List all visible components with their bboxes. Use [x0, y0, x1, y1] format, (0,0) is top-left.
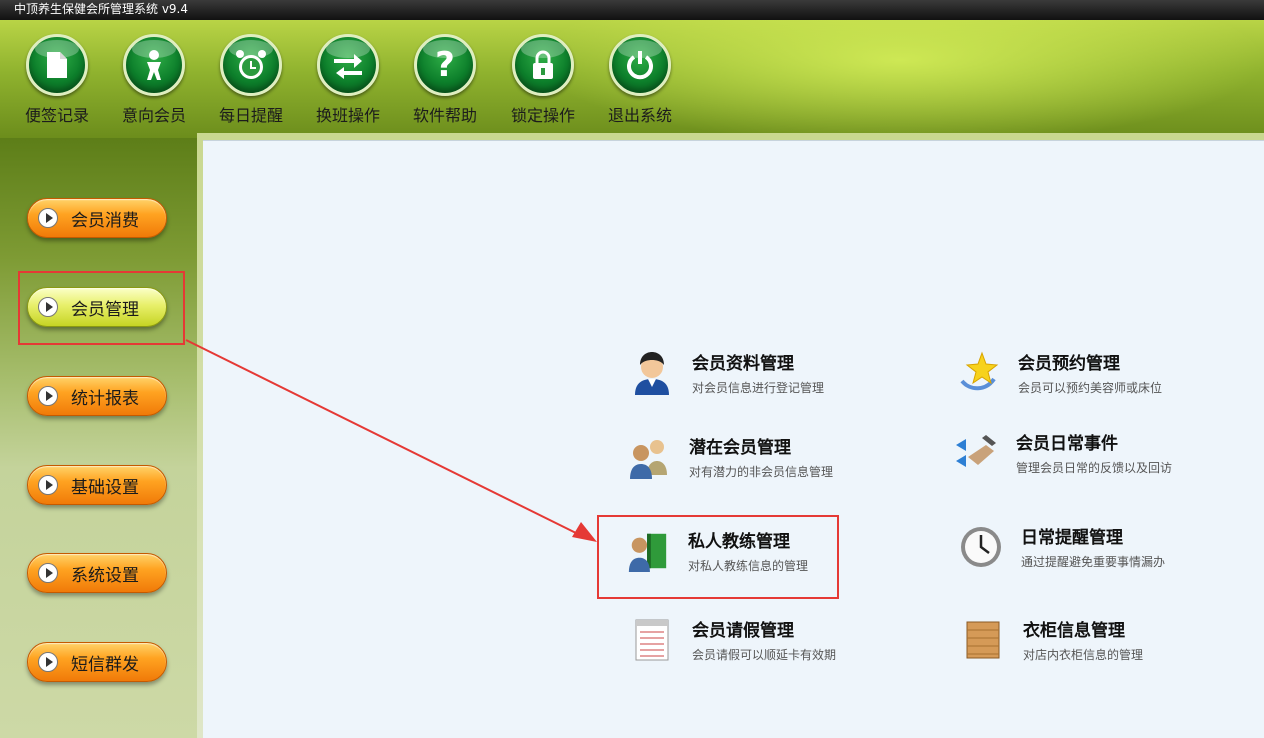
notepad-icon — [26, 34, 88, 96]
item-desc: 对会员信息进行登记管理 — [692, 381, 825, 395]
sidebar-item-sms-broadcast[interactable]: 短信群发 — [27, 642, 167, 682]
sidebar-item-statistics-report[interactable]: 统计报表 — [27, 376, 167, 416]
member-profile-management[interactable]: 会员资料管理 对会员信息进行登记管理 — [630, 351, 824, 396]
wooden-cabinet-icon — [961, 618, 1005, 662]
power-icon — [609, 34, 671, 96]
member-avatar-icon — [630, 351, 674, 395]
member-daily-events[interactable]: 会员日常事件 管理会员日常的反馈以及回访 — [954, 431, 1172, 476]
toolbar-help-button[interactable]: ? 软件帮助 — [400, 34, 490, 126]
toolbar-lock-label: 锁定操作 — [510, 106, 575, 125]
main-panel: 会员资料管理 对会员信息进行登记管理 会员预约管理 会员可以预约美容师或床位 潜… — [203, 140, 1264, 738]
highlight-box-member-management — [18, 271, 185, 345]
item-desc: 对店内衣柜信息的管理 — [1023, 648, 1144, 662]
sidebar-item-label: 统计报表 — [71, 388, 139, 409]
item-title: 日常提醒管理 — [1021, 528, 1123, 548]
sidebar-item-label: 系统设置 — [71, 565, 139, 586]
alarm-clock-icon — [220, 34, 282, 96]
toolbar-daily-reminder-label: 每日提醒 — [218, 106, 283, 125]
member-leave-management[interactable]: 会员请假管理 会员请假可以顺延卡有效期 — [630, 618, 836, 663]
people-icon — [627, 435, 671, 479]
toolbar-prospect-button[interactable]: 意向会员 — [109, 34, 199, 126]
play-icon — [38, 475, 58, 495]
play-icon — [38, 208, 58, 228]
item-title: 会员请假管理 — [692, 621, 794, 641]
toolbar-prospect-label: 意向会员 — [121, 106, 186, 125]
item-title: 衣柜信息管理 — [1023, 621, 1125, 641]
locker-information-management[interactable]: 衣柜信息管理 对店内衣柜信息的管理 — [961, 618, 1143, 663]
item-title: 潜在会员管理 — [689, 438, 791, 458]
toolbar-notes-button[interactable]: 便签记录 — [12, 34, 102, 126]
toolbar: 便签记录 意向会员 每日提醒 换班操作 ? 软件帮助 锁定操作 退出系统 — [0, 20, 1264, 138]
star-icon — [956, 351, 1000, 395]
item-desc: 会员可以预约美容师或床位 — [1018, 381, 1163, 395]
question-icon: ? — [414, 34, 476, 96]
sidebar-item-label: 会员消费 — [71, 210, 139, 231]
item-desc: 通过提醒避免重要事情漏办 — [1021, 555, 1166, 569]
swap-arrows-icon — [317, 34, 379, 96]
toolbar-exit-button[interactable]: 退出系统 — [595, 34, 685, 126]
person-icon — [123, 34, 185, 96]
clock-icon — [959, 525, 1003, 569]
toolbar-exit-label: 退出系统 — [607, 106, 672, 125]
item-title: 会员预约管理 — [1018, 354, 1120, 374]
play-icon — [38, 386, 58, 406]
toolbar-shift-change-label: 换班操作 — [315, 106, 380, 125]
sidebar-item-system-settings[interactable]: 系统设置 — [27, 553, 167, 593]
member-reservation-management[interactable]: 会员预约管理 会员可以预约美容师或床位 — [956, 351, 1162, 396]
play-icon — [38, 563, 58, 583]
toolbar-notes-label: 便签记录 — [24, 106, 89, 125]
notepad-lines-icon — [630, 618, 674, 662]
highlight-box-personal-coach — [597, 515, 839, 599]
sidebar-item-basic-settings[interactable]: 基础设置 — [27, 465, 167, 505]
writing-hand-icon — [954, 431, 998, 475]
window-title-bar: 中顶养生保健会所管理系统 v9.4 — [0, 0, 1264, 20]
window-title: 中顶养生保健会所管理系统 v9.4 — [14, 2, 189, 16]
sidebar-item-label: 基础设置 — [71, 477, 139, 498]
item-desc: 对有潜力的非会员信息管理 — [689, 465, 834, 479]
item-desc: 管理会员日常的反馈以及回访 — [1016, 461, 1173, 475]
toolbar-daily-reminder-button[interactable]: 每日提醒 — [206, 34, 296, 126]
sidebar-item-member-consumption[interactable]: 会员消费 — [27, 198, 167, 238]
item-title: 会员资料管理 — [692, 354, 794, 374]
lock-icon — [512, 34, 574, 96]
toolbar-help-label: 软件帮助 — [412, 106, 477, 125]
toolbar-shift-change-button[interactable]: 换班操作 — [303, 34, 393, 126]
item-title: 会员日常事件 — [1016, 434, 1118, 454]
sidebar-item-label: 短信群发 — [71, 654, 139, 675]
item-desc: 会员请假可以顺延卡有效期 — [692, 648, 837, 662]
potential-member-management[interactable]: 潜在会员管理 对有潜力的非会员信息管理 — [627, 435, 833, 480]
toolbar-lock-button[interactable]: 锁定操作 — [498, 34, 588, 126]
play-icon — [38, 652, 58, 672]
sidebar: 会员消费 会员管理 统计报表 基础设置 系统设置 短信群发 — [0, 138, 197, 738]
daily-reminder-management[interactable]: 日常提醒管理 通过提醒避免重要事情漏办 — [959, 525, 1165, 570]
